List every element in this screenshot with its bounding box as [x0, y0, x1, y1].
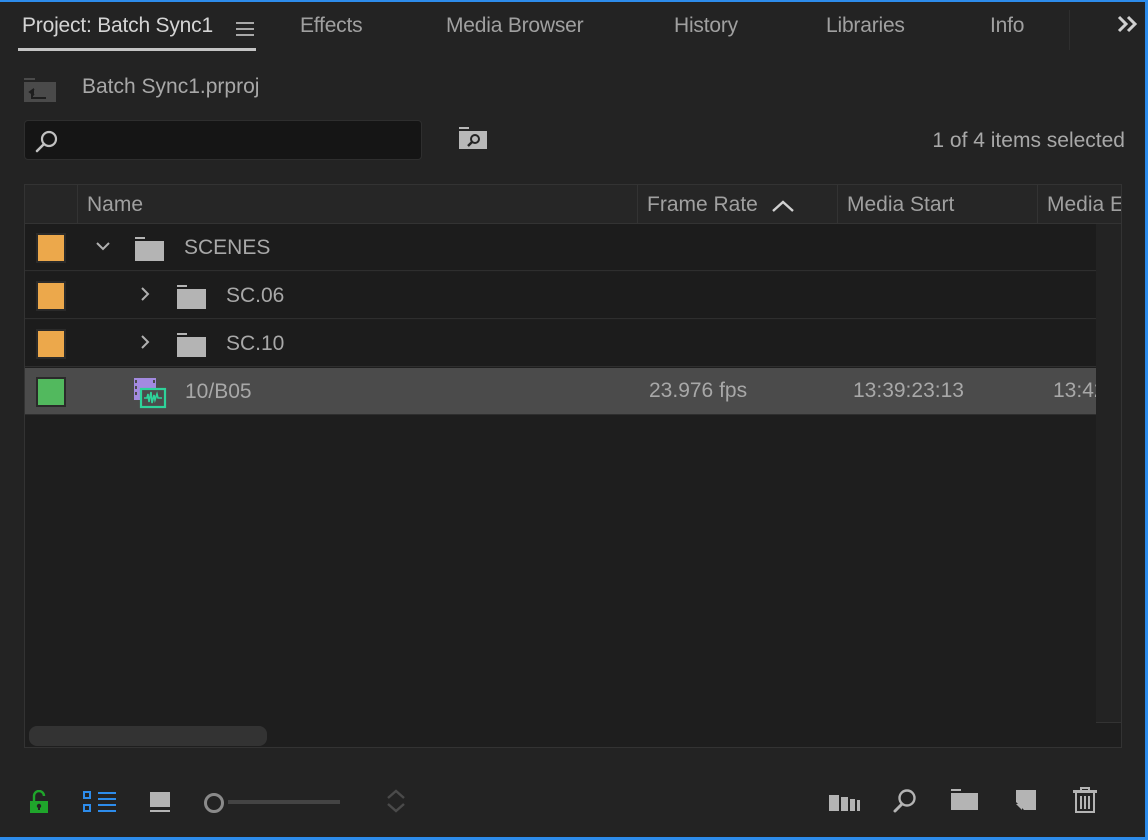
chevron-down-icon[interactable] [93, 236, 113, 256]
zoom-slider[interactable] [203, 792, 343, 813]
search-field[interactable] [24, 120, 422, 161]
panel-tab-bar: Project: Batch Sync1 Effects Media Brows… [0, 2, 1145, 54]
project-file-name: Batch Sync1.prproj [82, 75, 260, 98]
label-color-swatch[interactable] [36, 377, 66, 407]
column-header-media-start[interactable]: Media Start [837, 185, 1037, 223]
sort-icons-icon[interactable] [385, 788, 407, 814]
tab-effects[interactable]: Effects [300, 14, 363, 38]
bin-folder-icon [135, 237, 164, 261]
vertical-scrollbar[interactable] [1096, 224, 1121, 723]
bin-folder-icon [177, 285, 206, 309]
label-color-swatch[interactable] [36, 233, 66, 263]
project-items-table: Name Frame Rate Media Start Media E SCEN… [24, 184, 1122, 748]
search-input[interactable] [69, 121, 413, 161]
cell-media-end: 13:42 [1053, 379, 1096, 402]
column-header-media-end-text: Media E [1047, 193, 1121, 216]
automate-to-sequence-icon[interactable] [829, 792, 861, 812]
item-name: SC.10 [226, 332, 285, 355]
column-header-media-start-text: Media Start [847, 193, 955, 216]
cell-frame-rate: 23.976 fps [649, 379, 748, 402]
horizontal-scrollbar-thumb[interactable] [29, 726, 267, 746]
tab-project[interactable]: Project: Batch Sync1 [22, 14, 213, 38]
column-header-frame-rate-text: Frame Rate [647, 193, 758, 216]
find-icon[interactable] [892, 788, 918, 814]
table-row[interactable]: 10/B05 23.976 fps 13:39:23:13 13:42 [25, 368, 1096, 415]
zoom-slider-knob[interactable] [204, 793, 224, 813]
active-tab-indicator [18, 48, 256, 51]
new-bin-icon[interactable] [951, 789, 979, 811]
item-name: SCENES [184, 236, 271, 259]
tab-media-browser[interactable]: Media Browser [446, 14, 584, 38]
trash-icon[interactable] [1073, 787, 1097, 814]
new-search-bin-icon[interactable] [459, 127, 489, 151]
sort-ascending-icon [772, 200, 794, 212]
table-row[interactable]: SCENES [25, 224, 1096, 271]
column-header-name[interactable]: Name [77, 185, 637, 223]
tab-libraries[interactable]: Libraries [826, 14, 905, 38]
bin-folder-icon [177, 333, 206, 357]
column-header-frame-rate[interactable]: Frame Rate [637, 185, 837, 223]
column-header-name-text: Name [87, 193, 144, 216]
cell-media-start: 13:39:23:13 [853, 379, 964, 402]
table-body: SCENES SC.06 SC.10 10/B05 23.976 fps 13:… [25, 224, 1096, 707]
panel-menu-icon[interactable] [236, 22, 254, 36]
search-icon [35, 130, 58, 153]
navigate-up-folder-icon[interactable] [24, 78, 56, 102]
tab-overflow-icon[interactable] [1116, 14, 1140, 40]
tab-info[interactable]: Info [990, 14, 1024, 38]
column-header-media-end[interactable]: Media E [1037, 185, 1121, 223]
table-row[interactable]: SC.06 [25, 272, 1096, 319]
merged-clip-icon [134, 378, 167, 409]
item-name: 10/B05 [185, 380, 252, 403]
zoom-slider-track[interactable] [228, 800, 340, 804]
new-item-icon[interactable] [1015, 789, 1037, 813]
table-header: Name Frame Rate Media Start Media E [25, 185, 1121, 224]
item-name: SC.06 [226, 284, 285, 307]
tab-history[interactable]: History [674, 14, 738, 38]
icon-view-icon[interactable] [149, 791, 171, 813]
selection-status: 1 of 4 items selected [932, 129, 1125, 152]
chevron-right-icon[interactable] [135, 284, 155, 304]
label-color-swatch[interactable] [36, 329, 66, 359]
list-view-icon[interactable] [83, 791, 118, 813]
label-color-swatch[interactable] [36, 281, 66, 311]
column-header-label[interactable] [25, 185, 77, 223]
chevron-right-icon[interactable] [135, 332, 155, 352]
tab-divider [1069, 10, 1070, 50]
lock-icon[interactable] [29, 790, 49, 814]
table-row[interactable]: SC.10 [25, 320, 1096, 367]
